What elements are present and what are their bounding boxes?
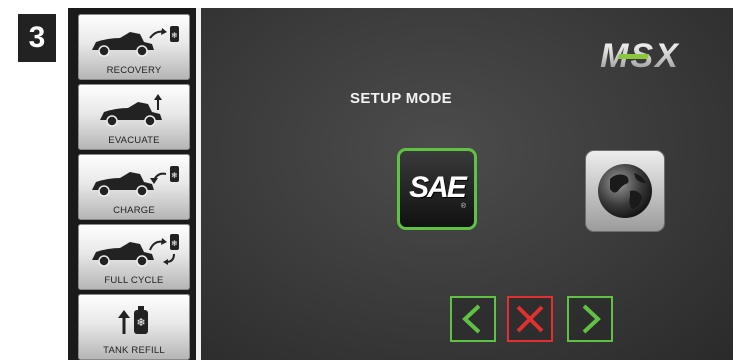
sidebar: ❄ RECOVERY EVACUATE ❄ CHARGE ❄ FULL CYCL… <box>68 8 196 360</box>
sidebar-item-evacuate[interactable]: EVACUATE <box>78 84 190 150</box>
sidebar-item-recovery[interactable]: ❄ RECOVERY <box>78 14 190 80</box>
back-button[interactable] <box>450 296 496 342</box>
car-recovery-icon: ❄ <box>92 26 179 57</box>
sidebar-item-label: FULL CYCLE <box>104 275 164 286</box>
svg-text:❄: ❄ <box>171 171 178 180</box>
sidebar-item-label: CHARGE <box>113 205 155 216</box>
car-charge-icon: ❄ <box>92 166 179 197</box>
tank-refill-icon: ❄ <box>118 306 148 334</box>
registered-mark: ® <box>460 203 466 210</box>
close-icon <box>516 305 544 333</box>
msx-logo: MSX <box>600 38 678 74</box>
sidebar-item-full-cycle[interactable]: ❄ FULL CYCLE <box>78 224 190 290</box>
sidebar-item-label: RECOVERY <box>106 65 162 76</box>
metric-units-option[interactable] <box>585 150 665 232</box>
globe-icon <box>598 164 652 218</box>
sidebar-item-tank-refill[interactable]: ❄ TANK REFILL <box>78 294 190 360</box>
car-full-cycle-icon: ❄ <box>92 234 179 267</box>
sidebar-item-charge[interactable]: ❄ CHARGE <box>78 154 190 220</box>
svg-text:❄: ❄ <box>171 31 178 40</box>
svg-text:❄: ❄ <box>171 239 178 248</box>
svg-text:❄: ❄ <box>136 316 145 329</box>
chevron-left-icon <box>462 304 481 334</box>
device-screen: ❄ RECOVERY EVACUATE ❄ CHARGE ❄ FULL CYCL… <box>68 8 733 360</box>
next-button[interactable] <box>567 296 613 342</box>
sidebar-item-label: TANK REFILL <box>103 345 165 356</box>
page-title: SETUP MODE <box>350 90 452 107</box>
sae-units-option[interactable]: SAE ® <box>397 148 477 230</box>
chevron-right-icon <box>582 304 601 334</box>
step-number-badge: 3 <box>18 14 56 62</box>
car-evacuate-icon <box>100 94 162 127</box>
main-panel: MSX SETUP MODE SAE ® <box>201 8 733 360</box>
sae-icon: SAE <box>409 171 467 204</box>
cancel-button[interactable] <box>507 296 553 342</box>
sidebar-item-label: EVACUATE <box>108 135 160 146</box>
